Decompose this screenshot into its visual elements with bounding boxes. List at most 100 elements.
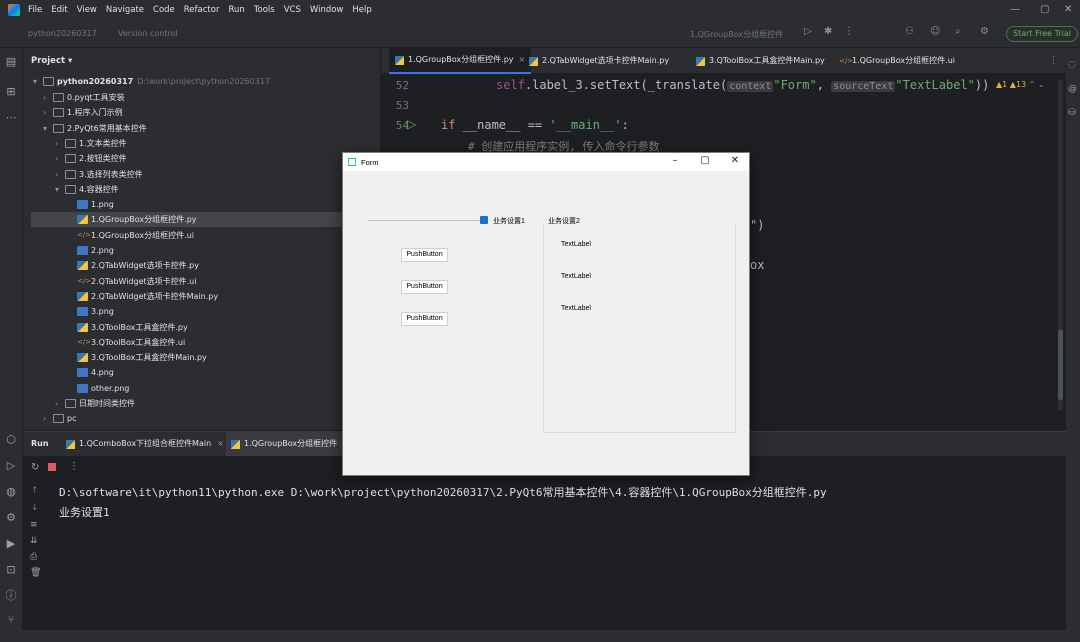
tree-root[interactable]: ▾ python20260317 D:\work\project\python202… bbox=[33, 74, 270, 89]
menu-vcs[interactable]: VCS bbox=[284, 5, 301, 15]
trash-icon[interactable]: 🗑 bbox=[30, 568, 41, 578]
menu-view[interactable]: View bbox=[77, 5, 97, 15]
run-tool-icon[interactable]: ▷ bbox=[4, 460, 18, 472]
scroll-to-end-icon[interactable]: ⇊ bbox=[30, 536, 38, 546]
menu-edit[interactable]: Edit bbox=[51, 5, 67, 15]
tree-item[interactable]: 2.QTabWidget选项卡控件Main.py bbox=[67, 289, 218, 304]
tab-groupbox-ui[interactable]: </> 1.QGroupBox分组框控件.ui bbox=[833, 48, 961, 74]
editor-scroll-thumb[interactable] bbox=[1058, 330, 1063, 400]
run-tab-combobox[interactable]: 1.QComboBox下拉组合框控件Main × bbox=[61, 432, 229, 456]
scroll-down-icon[interactable]: ↓ bbox=[31, 503, 39, 513]
more-actions-icon[interactable]: ⋮ bbox=[844, 26, 854, 37]
form-minimize-icon[interactable]: – bbox=[666, 155, 684, 166]
run-tab-groupbox[interactable]: 1.QGroupBox分组框控件 bbox=[226, 432, 343, 456]
tree-item[interactable]: </> 3.QToolBox工具盒控件.ui bbox=[67, 335, 185, 350]
account-icon[interactable]: ☺ bbox=[930, 26, 940, 37]
structure-tool-icon[interactable]: ⊞ bbox=[4, 86, 18, 98]
expand-chevron-icon[interactable]: ▾ bbox=[43, 121, 53, 136]
expand-chevron-icon[interactable]: › bbox=[55, 396, 65, 411]
tree-item[interactable]: 4.png bbox=[67, 365, 114, 380]
database-icon[interactable]: ⛁ bbox=[1068, 108, 1076, 118]
tree-item[interactable]: › 1.程序入门示例 bbox=[43, 105, 123, 120]
code-with-me-icon[interactable]: ⚇ bbox=[905, 26, 914, 37]
maximize-icon[interactable]: ▢ bbox=[1040, 4, 1049, 15]
warnings-indicator[interactable]: ▲1 ▲13 ⌃ ⌄ bbox=[996, 80, 1045, 89]
push-button-3[interactable]: PushButton bbox=[401, 312, 448, 326]
tree-item[interactable]: other.png bbox=[67, 381, 129, 396]
menu-tools[interactable]: Tools bbox=[254, 5, 275, 15]
stop-icon[interactable] bbox=[48, 463, 56, 471]
tab-tabwidget-main[interactable]: 2.QTabWidget选项卡控件Main.py bbox=[523, 48, 675, 74]
run-more-icon[interactable]: ⋮ bbox=[69, 461, 79, 472]
groupbox-1-checkbox[interactable] bbox=[480, 216, 488, 224]
expand-chevron-icon[interactable]: › bbox=[43, 105, 53, 120]
push-button-2[interactable]: PushButton bbox=[401, 280, 448, 294]
tree-item[interactable]: 1.QGroupBox分组框控件.py bbox=[31, 212, 377, 228]
tab-toolbox-main[interactable]: 3.QToolBox工具盒控件Main.py bbox=[690, 48, 831, 74]
print-icon[interactable]: ⎙ bbox=[30, 552, 37, 562]
tree-item[interactable]: 3.png bbox=[67, 304, 114, 319]
close-tab-icon[interactable]: × bbox=[217, 432, 224, 456]
python-console-icon[interactable]: ◍ bbox=[4, 486, 18, 498]
services-icon[interactable]: ⚙ bbox=[4, 512, 18, 524]
tree-item[interactable]: › 0.pyqt工具安装 bbox=[43, 90, 125, 105]
more-tools-icon[interactable]: ⋯ bbox=[4, 112, 18, 124]
tree-item[interactable]: </> 1.QGroupBox分组框控件.ui bbox=[67, 228, 194, 243]
expand-chevron-icon[interactable]: › bbox=[55, 167, 65, 182]
vcs-widget[interactable]: Version control bbox=[118, 29, 178, 38]
tree-item[interactable]: ▾ 2.PyQt6常用基本控件 bbox=[43, 121, 147, 136]
soft-wrap-icon[interactable]: ≡ bbox=[30, 520, 38, 530]
ai-assistant-icon[interactable]: @ bbox=[1068, 84, 1077, 94]
close-icon[interactable]: ✕ bbox=[1064, 4, 1072, 15]
tree-item[interactable]: 3.QToolBox工具盒控件.py bbox=[67, 320, 188, 335]
notifications-icon[interactable]: ◌ bbox=[1068, 60, 1076, 70]
push-button-1[interactable]: PushButton bbox=[401, 248, 448, 262]
tab-options-icon[interactable]: ⋮ bbox=[1049, 56, 1058, 66]
expand-chevron-icon[interactable]: › bbox=[43, 90, 53, 105]
code-line-52[interactable]: self.label_3.setText(_translate(context "… bbox=[496, 78, 989, 92]
menu-help[interactable]: Help bbox=[352, 5, 371, 15]
settings-gear-icon[interactable]: ⚙ bbox=[980, 26, 989, 37]
form-maximize-icon[interactable]: ▢ bbox=[696, 155, 714, 166]
tree-item[interactable]: 2.png bbox=[67, 243, 114, 258]
menu-file[interactable]: File bbox=[28, 5, 42, 15]
search-icon[interactable]: ⌕ bbox=[955, 26, 961, 37]
debug-icon[interactable]: ✱ bbox=[824, 26, 832, 37]
tab-groupbox-py[interactable]: 1.QGroupBox分组框控件.py × bbox=[389, 48, 532, 74]
tree-item[interactable]: ▾ 4.容器控件 bbox=[55, 182, 119, 197]
tree-item[interactable]: › 日期时间类控件 bbox=[55, 396, 135, 411]
project-widget[interactable]: python20260317 bbox=[28, 29, 97, 38]
expand-chevron-icon[interactable]: › bbox=[43, 411, 53, 426]
tree-item[interactable]: </> 2.QTabWidget选项卡控件.ui bbox=[67, 274, 196, 289]
debug-tool-icon[interactable]: ▶ bbox=[4, 538, 18, 550]
tree-item[interactable]: › pc bbox=[43, 411, 76, 426]
git-icon[interactable]: ⑂ bbox=[4, 614, 18, 626]
python-packages-icon[interactable]: ⬡ bbox=[4, 434, 18, 446]
menu-navigate[interactable]: Navigate bbox=[106, 5, 144, 15]
code-fragment[interactable]: ox bbox=[750, 258, 764, 272]
menu-run[interactable]: Run bbox=[228, 5, 244, 15]
form-titlebar[interactable]: Form bbox=[343, 153, 749, 171]
minimize-icon[interactable]: — bbox=[1010, 4, 1020, 15]
project-panel-header[interactable]: Project ▾ bbox=[23, 48, 380, 74]
problems-icon[interactable]: ⓘ bbox=[4, 590, 18, 602]
scroll-up-icon[interactable]: ↑ bbox=[31, 486, 39, 496]
tree-item[interactable]: 2.QTabWidget选项卡控件.py bbox=[67, 258, 199, 273]
expand-chevron-icon[interactable]: › bbox=[55, 151, 65, 166]
project-tool-icon[interactable]: ▤ bbox=[4, 56, 18, 68]
run-config-selector[interactable]: 1.QGroupBox分组框控件 bbox=[690, 29, 783, 40]
terminal-icon[interactable]: ⊡ bbox=[4, 564, 18, 576]
rerun-icon[interactable]: ↻ bbox=[31, 462, 39, 473]
code-fragment[interactable]: ") bbox=[750, 218, 764, 232]
start-free-trial-button[interactable]: Start Free Trial bbox=[1006, 26, 1078, 42]
tree-item[interactable]: 1.png bbox=[67, 197, 114, 212]
form-close-icon[interactable]: ✕ bbox=[726, 155, 744, 166]
tree-item[interactable]: › 3.选择列表类控件 bbox=[55, 167, 143, 182]
expand-chevron-icon[interactable]: ▾ bbox=[55, 182, 65, 197]
run-gutter-icon[interactable]: ▷ bbox=[407, 117, 416, 131]
tree-item[interactable]: › 2.按钮类控件 bbox=[55, 151, 127, 166]
code-line-54[interactable]: if __name__ == '__main__': bbox=[441, 118, 629, 132]
run-icon[interactable]: ▷ bbox=[804, 26, 812, 37]
tree-item[interactable]: 3.QToolBox工具盒控件Main.py bbox=[67, 350, 207, 365]
menu-code[interactable]: Code bbox=[153, 5, 175, 15]
